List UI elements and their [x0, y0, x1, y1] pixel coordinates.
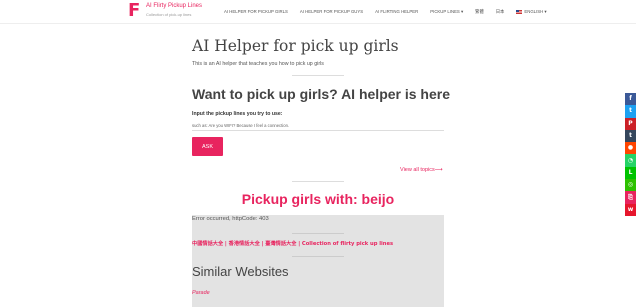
pinterest-share-button[interactable]: P [625, 117, 636, 130]
nav-language-dropdown[interactable]: ENGLISH ▾ [516, 9, 547, 15]
social-share-bar: f t P t ● ◔ L ◎ ⎘ w [625, 93, 636, 216]
page-subtitle: This is an AI helper that teaches you ho… [192, 61, 324, 67]
nav-pickup-lines-dropdown[interactable]: PICKUP LINES ▾ [430, 9, 463, 15]
twitter-icon: t [629, 107, 632, 115]
reddit-icon: ● [627, 144, 634, 152]
pickup-line-input[interactable] [192, 121, 444, 131]
facebook-share-button[interactable]: f [625, 93, 636, 106]
copy-link-icon: ⎘ [628, 193, 633, 201]
divider [292, 181, 344, 182]
tumblr-share-button[interactable]: t [625, 129, 636, 143]
divider [292, 256, 344, 257]
line-icon: L [628, 168, 633, 176]
pinterest-icon: P [628, 119, 633, 127]
copy-link-share-button[interactable]: ⎘ [625, 191, 636, 204]
pickup-input-label: Input the pickup lines you try to use: [192, 111, 283, 117]
divider [292, 75, 344, 76]
line-share-button[interactable]: L [625, 166, 636, 180]
site-tagline: Collection of pick-up lines [146, 12, 192, 17]
reddit-share-button[interactable]: ● [625, 142, 636, 155]
nav-japanese[interactable]: 日本 [496, 9, 505, 15]
tumblr-icon: t [629, 132, 632, 140]
weibo-share-button[interactable]: w [625, 203, 636, 216]
top-navbar: F AI Flirty Pickup Lines Collection of p… [0, 0, 636, 24]
nav-ai-helper-guys[interactable]: AI HELPER FOR PICKUP GUYS [300, 9, 363, 15]
weibo-icon: w [627, 205, 634, 213]
wechat-icon: ◎ [627, 181, 634, 189]
view-all-topics-link[interactable]: View all topics⟶ [400, 167, 443, 173]
nav-ai-helper-girls[interactable]: AI HELPER FOR PICKUP GIRLS [224, 9, 288, 15]
main-nav: AI HELPER FOR PICKUP GIRLS AI HELPER FOR… [224, 9, 559, 15]
pickup-collection-link[interactable]: 中國情話大全 | 香港情話大全 | 臺灣情話大全 | Collection of… [192, 240, 393, 247]
nav-ai-flirting-helper[interactable]: AI FLIRTING HELPER [375, 9, 418, 15]
wechat-share-button[interactable]: ◎ [625, 179, 636, 192]
similar-websites-heading: Similar Websites [192, 264, 289, 279]
uk-flag-icon [516, 9, 523, 14]
result-panel [192, 215, 444, 307]
form-heading: Want to pick up girls? AI helper is here [192, 86, 451, 102]
site-logo[interactable]: F [128, 2, 140, 20]
twitter-share-button[interactable]: t [625, 105, 636, 118]
result-heading: Pickup girls with: beijo [241, 191, 395, 207]
site-name[interactable]: AI Flirty Pickup Lines [146, 3, 202, 9]
similar-site-link[interactable]: Parade [192, 290, 210, 296]
ask-button[interactable]: ASK [192, 137, 223, 156]
page-title: AI Helper for pick up girls [192, 37, 399, 55]
whatsapp-icon: ◔ [627, 156, 634, 164]
facebook-icon: f [629, 95, 632, 103]
error-message: Error occurred, httpCode: 403 [192, 216, 269, 222]
nav-traditional-chinese[interactable]: 繁體 [475, 9, 484, 15]
nav-language-label: ENGLISH ▾ [524, 9, 547, 14]
divider [292, 233, 344, 234]
whatsapp-share-button[interactable]: ◔ [625, 154, 636, 167]
